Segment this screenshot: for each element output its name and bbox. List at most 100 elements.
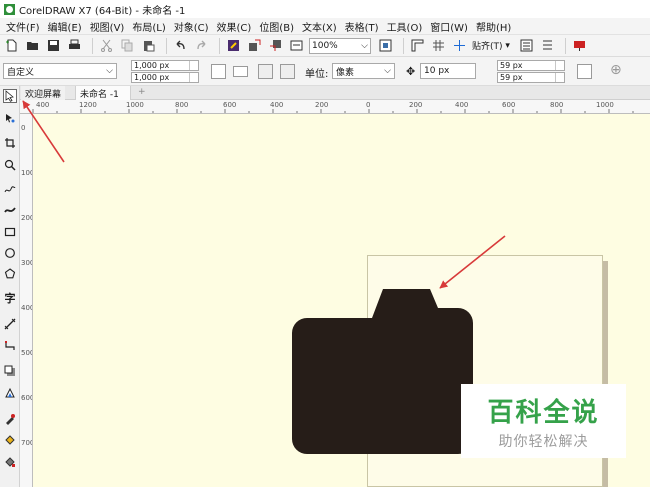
units-value: 像素 bbox=[336, 67, 355, 78]
nudge-distance-value: 10 px bbox=[424, 66, 450, 76]
transparency-icon[interactable] bbox=[3, 386, 17, 400]
toolbar-separator bbox=[219, 37, 220, 54]
rectangle-tool-icon[interactable] bbox=[3, 225, 17, 239]
publish-pdf-icon[interactable] bbox=[288, 37, 305, 54]
menu-bitmaps[interactable]: 位图(B) bbox=[257, 19, 300, 34]
tab-document[interactable]: 未命名 -1 bbox=[75, 86, 131, 100]
undo-icon[interactable] bbox=[172, 37, 189, 54]
options-icon[interactable] bbox=[518, 37, 535, 54]
spinner-icon[interactable] bbox=[555, 61, 562, 70]
shape-tool-icon[interactable] bbox=[3, 111, 17, 125]
horizontal-ruler[interactable]: 400 1200 1000 800 600 400 200 0 200 400 … bbox=[20, 100, 650, 114]
pick-tool-icon[interactable] bbox=[3, 89, 17, 103]
menu-layout[interactable]: 布局(L) bbox=[130, 19, 171, 34]
search-content-icon[interactable] bbox=[225, 37, 242, 54]
zoom-level-dropdown[interactable]: 100% ⌵ bbox=[309, 37, 371, 54]
chevron-down-icon: ⌵ bbox=[106, 66, 113, 76]
add-tab-button[interactable]: + bbox=[134, 86, 150, 100]
welcome-screen-icon[interactable] bbox=[571, 37, 588, 54]
standard-toolbar: 100% ⌵ 贴齐(T) ▾ bbox=[0, 35, 650, 57]
nudge-distance-field[interactable]: 10 px bbox=[420, 63, 476, 79]
page-width-field[interactable]: 1,000 px bbox=[131, 60, 199, 71]
ruler-label: 600 bbox=[21, 394, 32, 402]
menu-text[interactable]: 文本(X) bbox=[300, 19, 343, 34]
menu-window[interactable]: 窗口(W) bbox=[428, 19, 474, 34]
title-bar: CorelDRAW X7 (64-Bit) - 未命名 -1 bbox=[0, 0, 650, 18]
caret-down-icon: ▾ bbox=[502, 40, 510, 51]
show-rulers-icon[interactable] bbox=[409, 37, 426, 54]
all-pages-icon[interactable] bbox=[258, 64, 273, 79]
menu-file[interactable]: 文件(F) bbox=[4, 19, 46, 34]
toolbar-separator bbox=[564, 37, 566, 54]
freehand-tool-icon[interactable] bbox=[3, 182, 17, 196]
watermark-badge: 百科全说 助你轻松解决 bbox=[461, 384, 626, 458]
chevron-down-icon: ⌵ bbox=[384, 66, 391, 76]
ruler-label: 200 bbox=[21, 214, 32, 222]
menu-object[interactable]: 对象(C) bbox=[172, 19, 215, 34]
paste-icon[interactable] bbox=[140, 37, 157, 54]
show-grid-icon[interactable] bbox=[430, 37, 447, 54]
ruler-label: 400 bbox=[21, 304, 32, 312]
show-guidelines-icon[interactable] bbox=[451, 37, 468, 54]
ruler-label: 100 bbox=[21, 169, 32, 177]
tab-welcome-screen[interactable]: 欢迎屏幕 bbox=[21, 86, 66, 100]
parallel-dimension-icon[interactable] bbox=[3, 317, 17, 331]
menu-help[interactable]: 帮助(H) bbox=[474, 19, 517, 34]
spinner-icon[interactable] bbox=[555, 73, 562, 82]
menu-tools[interactable]: 工具(O) bbox=[385, 19, 429, 34]
property-bar: 自定义 ⌵ 1,000 px 1,000 px 单位: 像素 ⌵ ✥ 10 px… bbox=[0, 57, 650, 86]
portrait-orientation-icon[interactable] bbox=[211, 64, 226, 79]
chevron-down-icon: ⌵ bbox=[361, 40, 368, 51]
units-dropdown[interactable]: 像素 ⌵ bbox=[332, 63, 395, 79]
snap-to-button[interactable]: 贴齐(T) ▾ bbox=[472, 39, 510, 53]
zoom-tool-icon[interactable] bbox=[3, 158, 17, 172]
page-preset-dropdown[interactable]: 自定义 ⌵ bbox=[3, 63, 117, 79]
print-icon[interactable] bbox=[66, 37, 83, 54]
fill-tool-icon[interactable] bbox=[3, 433, 17, 447]
text-tool-icon[interactable]: 字 bbox=[3, 291, 17, 305]
application-launcher-icon[interactable] bbox=[539, 37, 556, 54]
spinner-icon[interactable] bbox=[189, 61, 196, 70]
copy-icon[interactable] bbox=[119, 37, 136, 54]
export-icon[interactable] bbox=[267, 37, 284, 54]
crop-tool-icon[interactable] bbox=[3, 136, 17, 150]
drop-shadow-icon[interactable] bbox=[3, 364, 17, 378]
page-height-field[interactable]: 1,000 px bbox=[131, 72, 199, 83]
toolbar-separator bbox=[403, 37, 404, 54]
document-tab-bar: 欢迎屏幕 未命名 -1 + bbox=[0, 86, 650, 100]
camera-silhouette-shape[interactable] bbox=[292, 289, 473, 454]
vertical-ruler[interactable]: 0 100 200 300 400 500 600 700 bbox=[20, 114, 33, 487]
connector-tool-icon[interactable] bbox=[3, 339, 17, 353]
toolbox: 字 bbox=[0, 86, 20, 487]
menu-table[interactable]: 表格(T) bbox=[343, 19, 385, 34]
duplicate-x-value: 59 px bbox=[500, 61, 523, 70]
treat-as-filled-icon[interactable] bbox=[577, 64, 592, 79]
duplicate-distance-x-field[interactable]: 59 px bbox=[497, 60, 565, 71]
menu-edit[interactable]: 编辑(E) bbox=[46, 19, 88, 34]
cut-icon[interactable] bbox=[98, 37, 115, 54]
polygon-tool-icon[interactable] bbox=[3, 267, 17, 281]
ruler-label: 300 bbox=[21, 259, 32, 267]
ellipse-tool-icon[interactable] bbox=[3, 246, 17, 260]
add-preset-icon[interactable]: ⊕ bbox=[610, 62, 622, 78]
duplicate-distance-y-field[interactable]: 59 px bbox=[497, 72, 565, 83]
current-page-icon[interactable] bbox=[280, 64, 295, 79]
open-icon[interactable] bbox=[24, 37, 41, 54]
menu-view[interactable]: 视图(V) bbox=[88, 19, 131, 34]
save-icon[interactable] bbox=[45, 37, 62, 54]
new-document-icon[interactable] bbox=[3, 37, 20, 54]
full-screen-preview-icon[interactable] bbox=[377, 37, 394, 54]
horizontal-ruler-ticks bbox=[32, 109, 634, 113]
redo-icon[interactable] bbox=[193, 37, 210, 54]
watermark-subtitle: 助你轻松解决 bbox=[498, 433, 589, 450]
nudge-icon: ✥ bbox=[406, 65, 416, 78]
landscape-orientation-icon[interactable] bbox=[233, 66, 248, 77]
spinner-icon[interactable] bbox=[189, 73, 196, 82]
menu-effects[interactable]: 效果(C) bbox=[215, 19, 258, 34]
page-preset-value: 自定义 bbox=[7, 67, 35, 78]
import-icon[interactable] bbox=[246, 37, 263, 54]
ruler-label: 500 bbox=[21, 349, 32, 357]
smart-fill-icon[interactable] bbox=[3, 455, 17, 469]
artistic-media-icon[interactable] bbox=[3, 203, 17, 217]
eyedropper-icon[interactable] bbox=[3, 412, 17, 426]
